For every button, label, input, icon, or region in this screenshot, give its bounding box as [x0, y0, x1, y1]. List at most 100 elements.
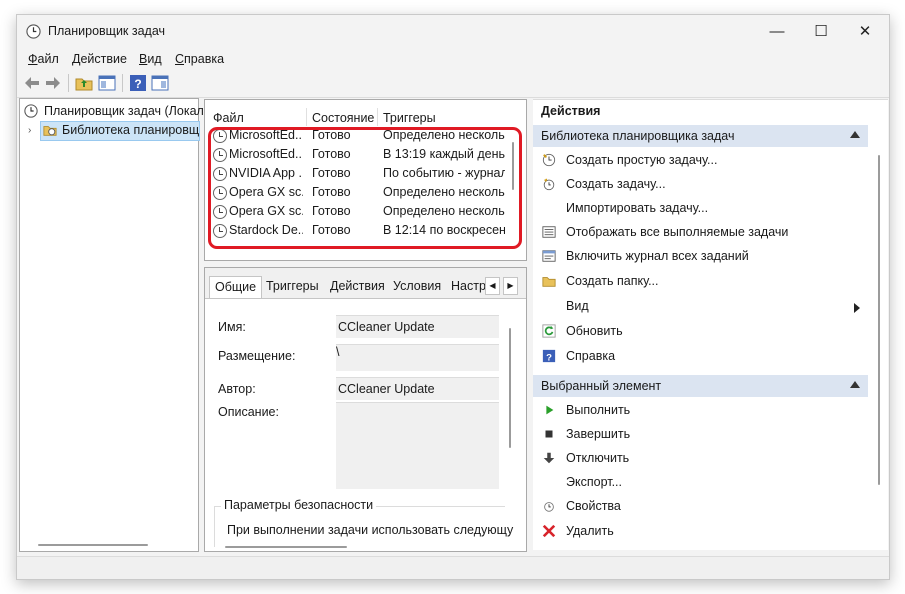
section-selected-label: Выбранный элемент — [541, 379, 662, 393]
tab-conditions[interactable]: Условия — [388, 276, 446, 297]
action-item[interactable]: Свойства — [533, 495, 868, 519]
tab-triggers[interactable]: Триггеры — [261, 276, 324, 297]
action-label: Создать задачу... — [566, 177, 666, 191]
show-hide-action-pane-icon[interactable] — [151, 74, 169, 92]
tree-horizontal-scrollbar[interactable] — [38, 544, 148, 546]
maximize-button[interactable]: ☐ — [799, 15, 843, 48]
column-header-triggers[interactable]: Триггеры — [383, 111, 436, 125]
status-bar — [17, 556, 889, 579]
delete-icon — [542, 524, 556, 538]
tab-scroll-left-icon[interactable]: ◀ — [485, 277, 500, 295]
action-item[interactable]: Создать простую задачу... — [533, 149, 868, 173]
details-horizontal-scrollbar[interactable] — [225, 546, 347, 548]
tree-root-label: Планировщик задач (Локал — [44, 104, 204, 118]
location-label: Размещение: — [218, 349, 296, 363]
collapse-icon[interactable] — [850, 131, 860, 138]
section-library[interactable]: Библиотека планировщика задач — [533, 125, 868, 147]
actions-title: Действия — [541, 104, 601, 118]
task-details-panel: Общие Триггеры Действия Условия Настр ◀ … — [204, 267, 527, 552]
tree-item-library[interactable]: › Библиотека планировщ — [24, 121, 200, 141]
highlight-frame — [208, 127, 522, 249]
action-label: Свойства — [566, 499, 621, 513]
history-icon — [542, 249, 556, 263]
menu-view[interactable]: Вид — [139, 52, 162, 66]
tab-general[interactable]: Общие — [209, 276, 263, 298]
column-header-file[interactable]: Файл — [213, 111, 244, 125]
action-label: Импортировать задачу... — [566, 201, 709, 215]
action-item[interactable]: Отключить — [533, 447, 868, 471]
tab-scroll-right-icon[interactable]: ▶ — [503, 277, 518, 295]
column-header-state[interactable]: Состояние — [312, 111, 374, 125]
action-label: Вид — [566, 299, 589, 313]
submenu-arrow-icon — [854, 303, 860, 313]
navigation-tree: Планировщик задач (Локал › Библиотека пл… — [19, 98, 204, 552]
minimize-button[interactable]: — — [755, 15, 799, 48]
location-field[interactable] — [336, 344, 499, 371]
help-icon: ? — [542, 349, 556, 363]
action-item[interactable]: Включить журнал всех заданий — [533, 245, 868, 269]
name-value: CCleaner Update — [338, 320, 435, 334]
security-group-title: Параметры безопасности — [221, 498, 377, 512]
description-field[interactable] — [336, 402, 499, 489]
action-item[interactable]: ? Справка — [533, 345, 868, 369]
action-item[interactable]: Выполнить — [533, 399, 868, 423]
chevron-right-icon[interactable]: › — [28, 121, 31, 140]
toolbar: ? — [17, 70, 889, 98]
action-label: Обновить — [566, 324, 623, 338]
action-label: Удалить — [566, 524, 614, 538]
help-icon[interactable]: ? — [129, 74, 147, 92]
collapse-icon[interactable] — [850, 381, 860, 388]
tab-actions[interactable]: Действия — [325, 276, 390, 297]
actions-vertical-scrollbar[interactable] — [878, 155, 880, 485]
security-text: При выполнении задачи использовать следу… — [227, 523, 514, 537]
clock-icon — [26, 24, 41, 39]
stop-icon — [542, 427, 556, 441]
show-hide-tree-icon[interactable] — [98, 74, 116, 92]
action-label: Справка — [566, 349, 616, 363]
action-label: Создать папку... — [566, 274, 659, 288]
svg-text:?: ? — [546, 352, 552, 363]
action-label: Экспорт... — [566, 475, 622, 489]
wand-clock-icon — [542, 153, 556, 167]
clock-icon — [24, 104, 38, 118]
action-label: Отображать все выполняемые задачи — [566, 225, 789, 239]
tree-child-label: Библиотека планировщ — [62, 123, 200, 137]
back-arrow-icon[interactable] — [23, 74, 41, 92]
forward-arrow-icon[interactable] — [44, 74, 62, 92]
action-item[interactable]: Вид — [533, 295, 868, 319]
action-item[interactable]: Создать задачу... — [533, 173, 868, 197]
action-label: Завершить — [566, 427, 631, 441]
play-icon — [542, 403, 556, 417]
action-label: Создать простую задачу... — [566, 153, 718, 167]
title-bar: Планировщик задач — ☐ ✕ — [17, 15, 889, 48]
window-title: Планировщик задач — [48, 24, 166, 38]
details-vertical-scrollbar[interactable] — [509, 328, 511, 448]
folder-icon — [542, 274, 556, 288]
section-library-label: Библиотека планировщика задач — [541, 129, 735, 143]
running-tasks-icon — [542, 225, 556, 239]
author-value: CCleaner Update — [338, 382, 435, 396]
close-button[interactable]: ✕ — [843, 15, 887, 48]
action-item[interactable]: Завершить — [533, 423, 868, 447]
action-label: Включить журнал всех заданий — [566, 249, 749, 263]
action-item[interactable]: Экспорт... — [533, 471, 868, 495]
name-label: Имя: — [218, 320, 246, 334]
up-folder-icon[interactable] — [75, 74, 93, 92]
disable-icon — [542, 451, 556, 465]
refresh-icon — [542, 324, 556, 338]
properties-icon — [542, 499, 556, 513]
section-selected-item[interactable]: Выбранный элемент — [533, 375, 868, 397]
action-item[interactable]: Отображать все выполняемые задачи — [533, 221, 868, 245]
action-label: Отключить — [566, 451, 630, 465]
action-item[interactable]: Импортировать задачу... — [533, 197, 868, 221]
folder-clock-icon — [43, 126, 57, 136]
author-label: Автор: — [218, 382, 256, 396]
action-label: Выполнить — [566, 403, 631, 417]
action-item[interactable]: Удалить — [533, 520, 868, 544]
menu-action[interactable]: Действие — [72, 52, 127, 66]
action-item[interactable]: Обновить — [533, 320, 868, 344]
task-scheduler-window: Планировщик задач — ☐ ✕ Файл Действие Ви… — [16, 14, 890, 580]
menu-help[interactable]: Справка — [175, 52, 224, 66]
menu-file[interactable]: Файл — [28, 52, 59, 66]
action-item[interactable]: Создать папку... — [533, 270, 868, 294]
